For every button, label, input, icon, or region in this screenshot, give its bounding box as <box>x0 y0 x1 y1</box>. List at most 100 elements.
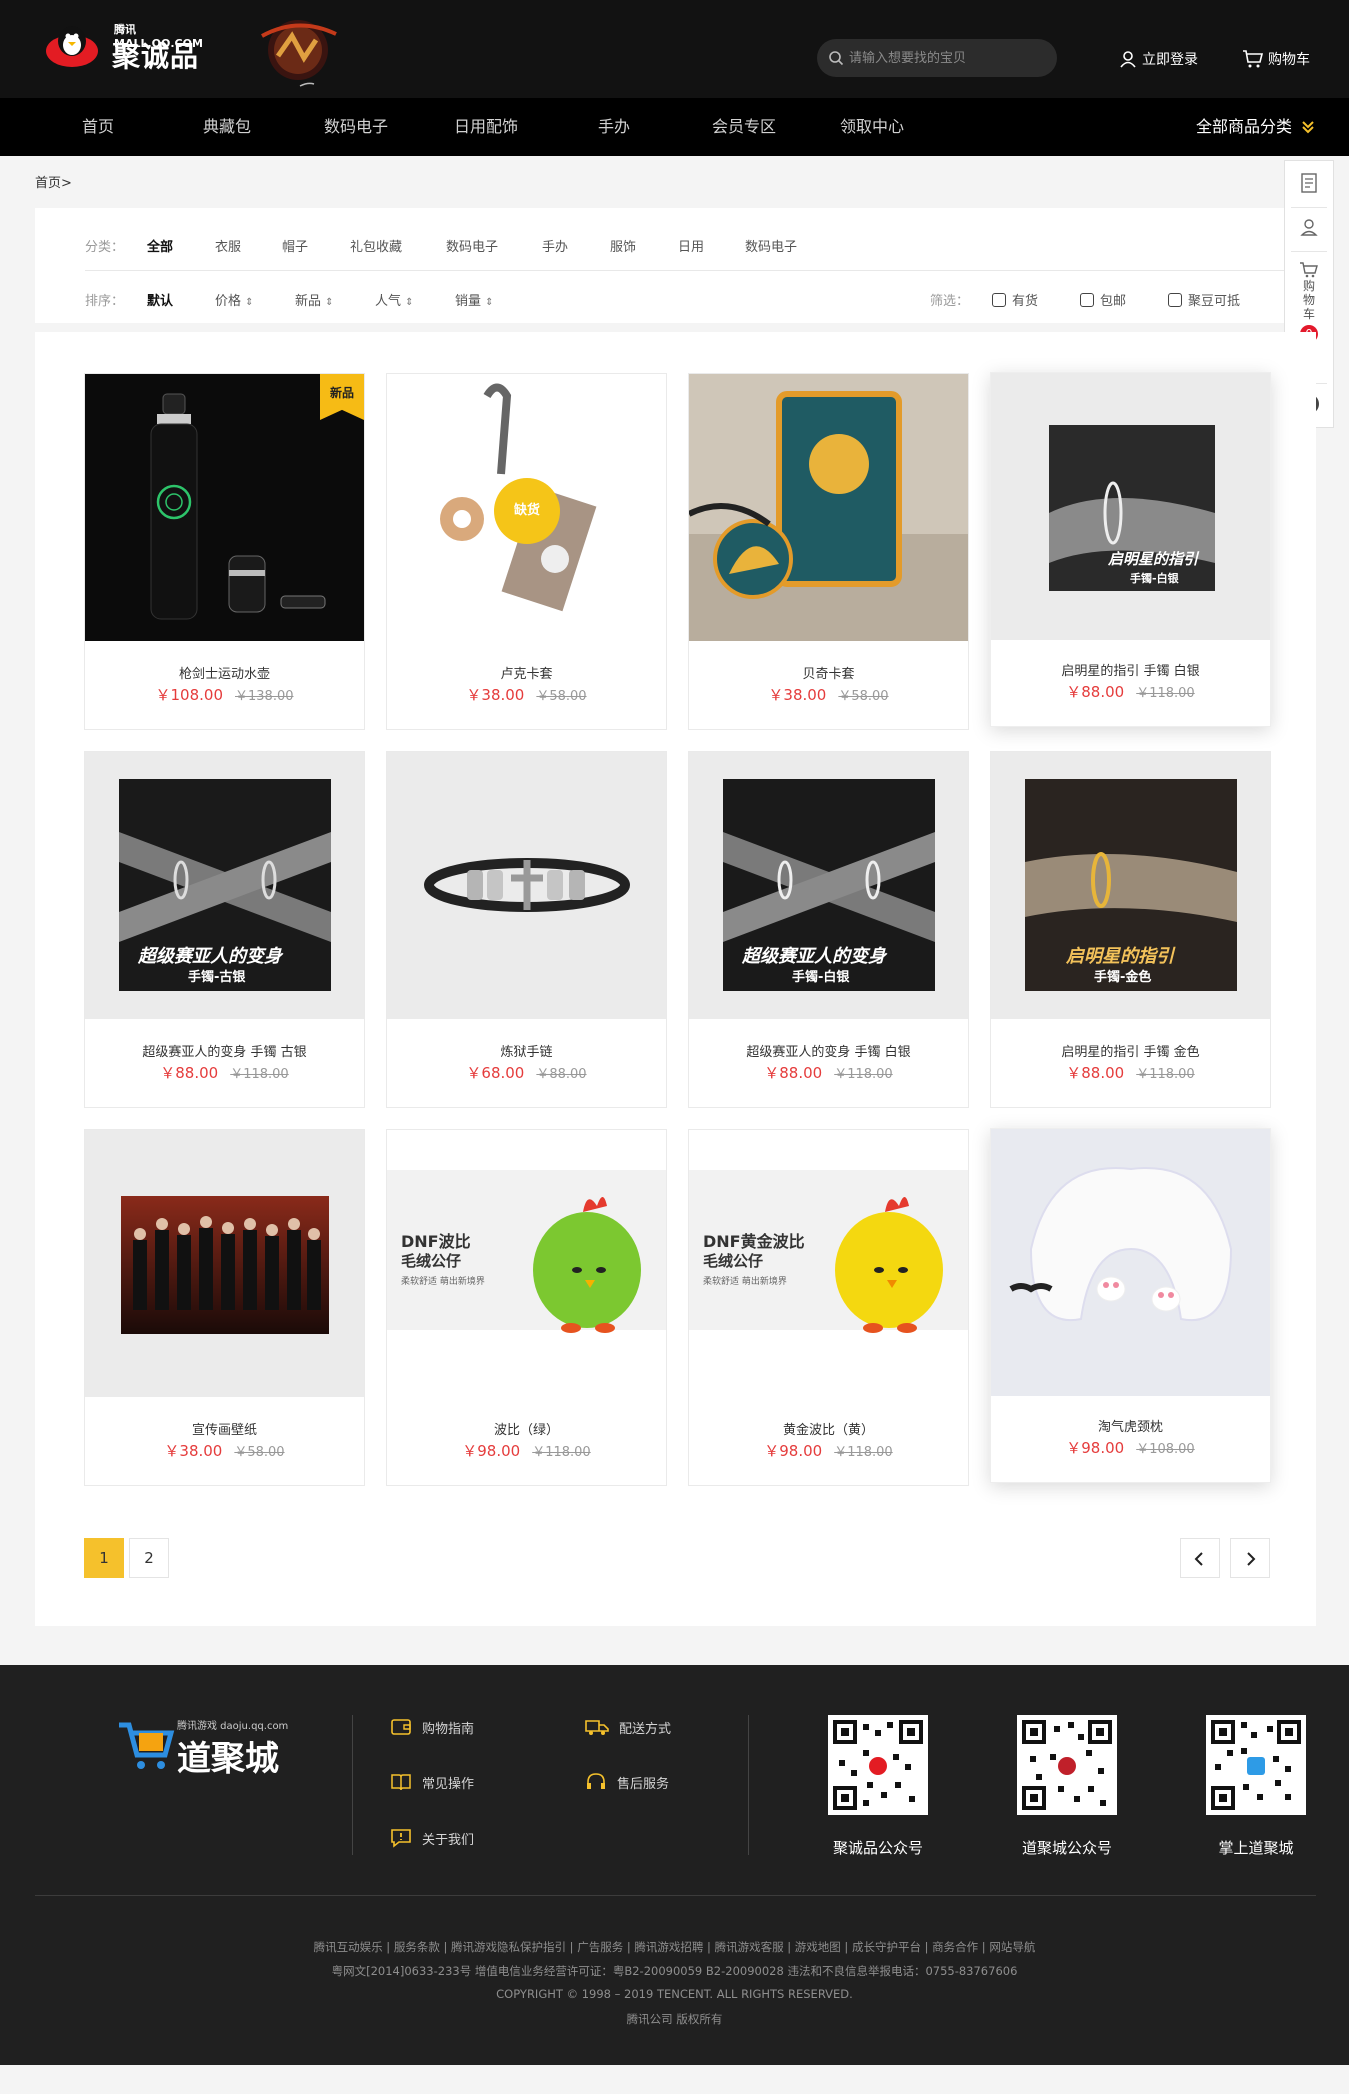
nav-item-accessories[interactable]: 日用配饰 <box>454 98 518 156</box>
user-icon <box>1120 51 1136 68</box>
sort-option-sales[interactable]: 销量 ⇕ <box>455 290 494 309</box>
product-card[interactable]: 缺货 卢克卡套 ￥38.00 ￥58.00 <box>386 373 667 730</box>
footer-links-line[interactable]: 腾讯互动娱乐 | 服务条款 | 腾讯游戏隐私保护指引 | 广告服务 | 腾讯游戏… <box>0 1939 1349 1955</box>
original-price: ￥118.00 <box>532 1445 591 1460</box>
product-card[interactable]: 淘气虎颈枕 ￥98.00 ￥108.00 <box>990 1128 1271 1483</box>
product-image: 超级赛亚人的变身 手镯-白银 <box>689 752 968 1019</box>
product-card[interactable]: 启明星的指引 手镯-金色 启明星的指引 手镯 金色 ￥88.00 ￥118.00 <box>990 751 1271 1108</box>
footer-link-faq[interactable]: 常见操作 <box>390 1772 474 1792</box>
search-icon[interactable] <box>828 50 844 66</box>
product-image <box>85 1130 364 1397</box>
footer-link-shopping-guide[interactable]: 购物指南 <box>390 1717 474 1737</box>
sort-arrows-icon: ⇕ <box>405 297 414 308</box>
bean-deduct-checkbox[interactable]: 聚豆可抵 <box>1168 290 1240 309</box>
qrcode-image <box>1017 1715 1117 1815</box>
product-image: 缺货 <box>387 374 666 641</box>
product-card[interactable]: 炼狱手链 ￥68.00 ￥88.00 <box>386 751 667 1108</box>
product-card[interactable]: 超级赛亚人的变身 手镯-古银 超级赛亚人的变身 手镯 古银 ￥88.00 ￥118… <box>84 751 365 1108</box>
product-image <box>991 1129 1270 1396</box>
product-image: DNF波比 毛绒公仔 柔软舒适 萌出新境界 <box>387 1130 666 1397</box>
product-card[interactable]: 超级赛亚人的变身 手镯-白银 超级赛亚人的变身 手镯 白银 ￥88.00 ￥118… <box>688 751 969 1108</box>
category-option[interactable]: 日用 <box>678 236 704 255</box>
category-option[interactable]: 手办 <box>542 236 568 255</box>
free-shipping-checkbox[interactable]: 包邮 <box>1080 290 1126 309</box>
product-image: DNF黄金波比 毛绒公仔 柔软舒适 萌出新境界 <box>689 1130 968 1397</box>
category-option[interactable]: 全部 <box>147 236 173 255</box>
page-button[interactable]: 1 <box>84 1538 124 1578</box>
next-page-button[interactable] <box>1230 1538 1270 1578</box>
footer-link-label: 常见操作 <box>422 1776 475 1792</box>
footer-link-about[interactable]: 关于我们 <box>390 1827 474 1849</box>
product-image: 启明星的指引 手镯-金色 <box>991 752 1270 1019</box>
category-option[interactable]: 礼包收藏 <box>350 236 402 255</box>
product-price: ￥88.00 ￥118.00 <box>85 1062 364 1083</box>
footer-divider <box>352 1715 353 1855</box>
sort-option-popularity[interactable]: 人气 ⇕ <box>375 290 414 309</box>
chain-bracelet-image <box>424 858 630 912</box>
footer-link-delivery[interactable]: 配送方式 <box>585 1717 671 1737</box>
login-link[interactable]: 立即登录 <box>1118 47 1198 71</box>
nav-item-figures[interactable]: 手办 <box>598 98 630 156</box>
product-name: 超级赛亚人的变身 手镯 古银 <box>142 1045 307 1060</box>
user-pin-icon <box>1300 219 1318 236</box>
sort-option-new[interactable]: 新品 ⇕ <box>295 290 334 309</box>
product-price: ￥38.00 ￥58.00 <box>85 1440 364 1461</box>
footer-link-label: 售后服务 <box>617 1776 670 1792</box>
category-option[interactable]: 帽子 <box>282 236 308 255</box>
all-categories-button[interactable]: 全部商品分类 <box>1196 98 1314 156</box>
sort-option-price[interactable]: 价格 ⇕ <box>215 290 254 309</box>
product-image-caption: 启明星的指引 <box>1108 550 1199 568</box>
message-alert-icon <box>391 1829 411 1848</box>
qrcode-pattern <box>1022 1720 1112 1810</box>
product-price: ￥68.00 ￥88.00 <box>387 1062 666 1083</box>
site-footer: 腾讯游戏 daoju.qq.com 道聚城 购物指南 配送方式 常见操作 售后服… <box>0 1665 1349 2065</box>
current-price: ￥68.00 <box>466 1064 525 1082</box>
in-stock-checkbox[interactable]: 有货 <box>992 290 1038 309</box>
nav-item-collection[interactable]: 典藏包 <box>203 98 251 156</box>
sort-option-default[interactable]: 默认 <box>147 290 173 309</box>
breadcrumb[interactable]: 首页> <box>35 172 72 191</box>
product-image: 新品 <box>85 374 364 641</box>
category-option[interactable]: 服饰 <box>610 236 636 255</box>
nav-item-member[interactable]: 会员专区 <box>712 98 776 156</box>
product-image: 超级赛亚人的变身 手镯-古银 <box>85 752 364 1019</box>
cart-link[interactable]: 购物车 <box>1242 47 1310 71</box>
nav-item-claim[interactable]: 领取中心 <box>840 98 904 156</box>
sidebar-cart[interactable]: 购物车 0 <box>1285 261 1333 343</box>
product-name: 超级赛亚人的变身 手镯 白银 <box>746 1045 911 1060</box>
product-image-caption: 超级赛亚人的变身 <box>742 946 886 967</box>
product-card[interactable]: 启明星的指引 手镯-白银 启明星的指引 手镯 白银 ￥88.00 ￥118.00 <box>990 372 1271 727</box>
category-option[interactable]: 数码电子 <box>745 236 797 255</box>
nav-item-digital[interactable]: 数码电子 <box>324 98 388 156</box>
page-button[interactable]: 2 <box>129 1538 169 1578</box>
product-price: ￥88.00 ￥118.00 <box>689 1062 968 1083</box>
chevron-left-icon <box>1194 1551 1203 1566</box>
current-price: ￥88.00 <box>1066 683 1125 701</box>
product-name: 波比（绿） <box>493 1423 559 1438</box>
original-price: ￥58.00 <box>536 689 587 704</box>
category-option[interactable]: 衣服 <box>215 236 241 255</box>
product-card[interactable]: 宣传画壁纸 ￥38.00 ￥58.00 <box>84 1129 365 1486</box>
truck-icon <box>585 1720 609 1735</box>
product-card[interactable]: 贝奇卡套 ￥38.00 ￥58.00 <box>688 373 969 730</box>
prev-page-button[interactable] <box>1180 1538 1220 1578</box>
qrcode-pattern <box>833 1720 923 1810</box>
category-option[interactable]: 数码电子 <box>446 236 498 255</box>
cart-icon <box>1243 50 1264 68</box>
footer-link-label: 关于我们 <box>422 1832 475 1848</box>
checkbox-label: 包邮 <box>1100 294 1127 309</box>
product-name: 宣传画壁纸 <box>191 1423 257 1438</box>
product-card[interactable]: 新品 枪剑士运动水壶 ￥108.00 ￥138.00 <box>84 373 365 730</box>
site-logo[interactable]: 腾讯 MALL.QQ.COM 聚诚品 <box>42 15 212 75</box>
sidebar-account[interactable] <box>1285 217 1333 237</box>
nav-item-home[interactable]: 首页 <box>82 98 114 156</box>
search-input[interactable] <box>849 47 1045 69</box>
qrcode-image <box>828 1715 928 1815</box>
current-price: ￥38.00 <box>164 1442 223 1460</box>
product-card[interactable]: DNF黄金波比 毛绒公仔 柔软舒适 萌出新境界 黄金波比（黄） ￥98.00 ￥1… <box>688 1129 969 1486</box>
product-card[interactable]: DNF波比 毛绒公仔 柔软舒适 萌出新境界 波比（绿） ￥98.00 ￥118.0… <box>386 1129 667 1486</box>
footer-link-after-sales[interactable]: 售后服务 <box>585 1772 669 1792</box>
sort-arrows-icon: ⇕ <box>325 297 334 308</box>
product-image <box>387 752 666 1019</box>
sidebar-orders[interactable] <box>1285 173 1333 193</box>
